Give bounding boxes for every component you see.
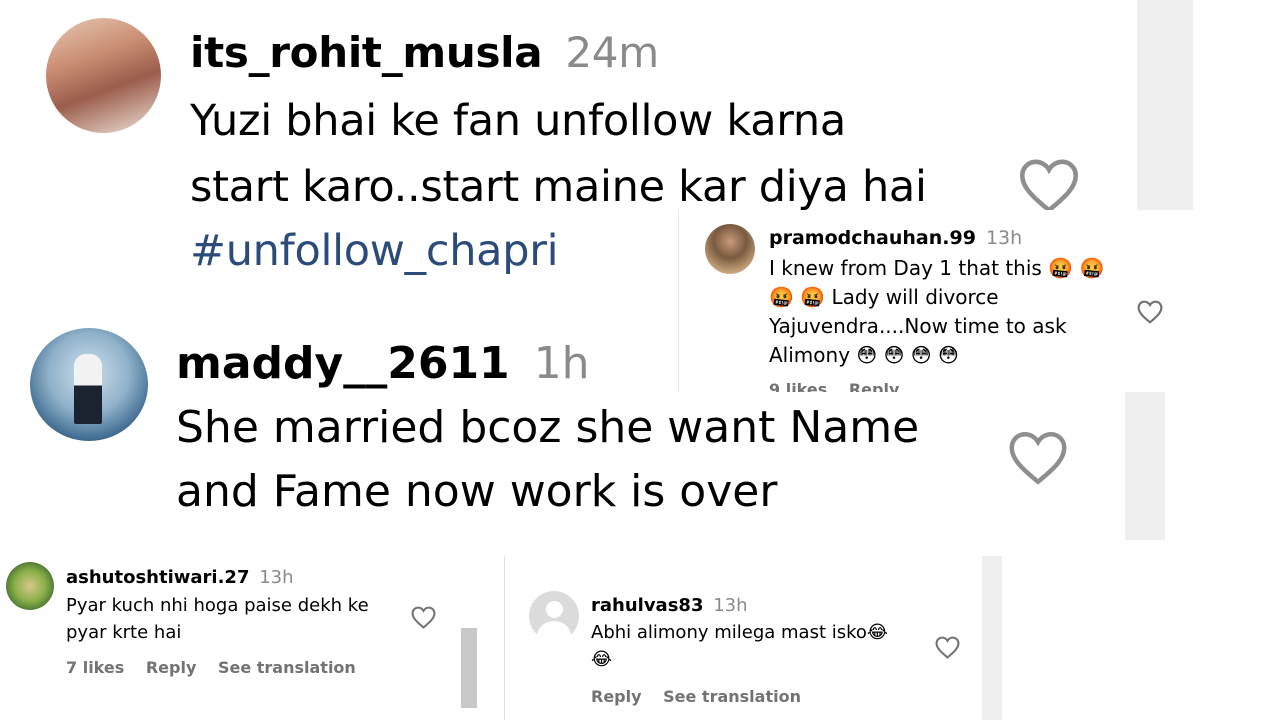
timestamp: 24m xyxy=(565,28,659,77)
comment-text-line: I knew from Day 1 that this 🤬 🤬 xyxy=(769,256,1105,280)
timestamp: 13h xyxy=(713,595,748,616)
comment-text-line: 😂 xyxy=(591,649,613,670)
comment-pramodchauhan-99: pramodchauhan.99 13h I knew from Day 1 t… xyxy=(678,210,1186,392)
comment-header: its_rohit_musla 24m xyxy=(190,28,659,77)
timestamp: 13h xyxy=(985,227,1023,249)
background-strip xyxy=(982,556,1002,720)
comment-text-line: and Fame now work is over xyxy=(176,466,778,517)
avatar[interactable] xyxy=(30,328,148,441)
timestamp: 13h xyxy=(259,567,294,588)
comment-header: rahulvas83 13h xyxy=(591,595,748,616)
avatar[interactable] xyxy=(6,562,54,610)
comment-text-line: Pyar kuch nhi hoga paise dekh ke xyxy=(66,595,369,616)
avatar-head xyxy=(546,601,563,618)
likes-count[interactable]: 7 likes xyxy=(66,658,124,677)
see-translation-button[interactable]: See translation xyxy=(663,687,801,706)
background-strip xyxy=(1137,0,1193,210)
comment-meta: 7 likes Reply See translation xyxy=(66,658,356,677)
heart-outline-icon[interactable] xyxy=(411,606,436,629)
comment-text-line: 🤬 🤬 Lady will divorce xyxy=(769,285,999,309)
reply-button[interactable]: Reply xyxy=(591,687,642,706)
username[interactable]: maddy__2611 xyxy=(176,338,510,389)
comment-text-line: Alimony 😳 😳 😳 😳 xyxy=(769,343,959,367)
likes-count[interactable]: 9 likes xyxy=(769,380,827,392)
comment-text-line: Yuzi bhai ke fan unfollow karna xyxy=(190,96,846,146)
heart-outline-icon[interactable] xyxy=(1008,430,1068,486)
comment-text-line: start karo..start maine kar diya hai xyxy=(190,162,927,212)
comment-text-line: Abhi alimony milega mast isko😂 xyxy=(591,622,888,643)
timestamp: 1h xyxy=(533,338,590,389)
comment-header: maddy__2611 1h xyxy=(176,338,590,389)
heart-outline-icon[interactable] xyxy=(935,636,960,659)
comment-meta: 9 likes Reply xyxy=(769,380,899,392)
reply-button[interactable]: Reply xyxy=(849,380,900,392)
reply-button[interactable]: Reply xyxy=(146,658,197,677)
comment-ashutoshtiwari-27: ashutoshtiwari.27 13h Pyar kuch nhi hoga… xyxy=(0,542,478,720)
see-translation-button[interactable]: See translation xyxy=(218,658,356,677)
default-avatar-icon[interactable] xyxy=(529,591,579,641)
heart-outline-icon[interactable] xyxy=(1018,158,1080,214)
heart-outline-icon[interactable] xyxy=(1137,300,1163,324)
comment-meta: Reply See translation xyxy=(591,687,801,706)
username[interactable]: rahulvas83 xyxy=(591,595,703,616)
comment-header: pramodchauhan.99 13h xyxy=(769,227,1022,249)
username[interactable]: pramodchauhan.99 xyxy=(769,227,976,249)
avatar-figure xyxy=(74,354,102,424)
comment-text-line: pyar krte hai xyxy=(66,622,182,643)
avatar[interactable] xyxy=(46,18,161,133)
username[interactable]: its_rohit_musla xyxy=(190,28,543,77)
comment-rahulvas83: rahulvas83 13h Abhi alimony milega mast … xyxy=(504,556,982,720)
avatar[interactable] xyxy=(705,224,755,274)
scrollbar[interactable] xyxy=(461,628,477,708)
comment-text-line: Yajuvendra....Now time to ask xyxy=(769,314,1067,338)
background-strip xyxy=(1125,392,1165,540)
comment-text-line: She married bcoz she want Name xyxy=(176,402,920,453)
avatar-body xyxy=(537,621,571,641)
comment-header: ashutoshtiwari.27 13h xyxy=(66,567,294,588)
username[interactable]: ashutoshtiwari.27 xyxy=(66,567,249,588)
hashtag-link[interactable]: #unfollow_chapri xyxy=(190,226,559,276)
